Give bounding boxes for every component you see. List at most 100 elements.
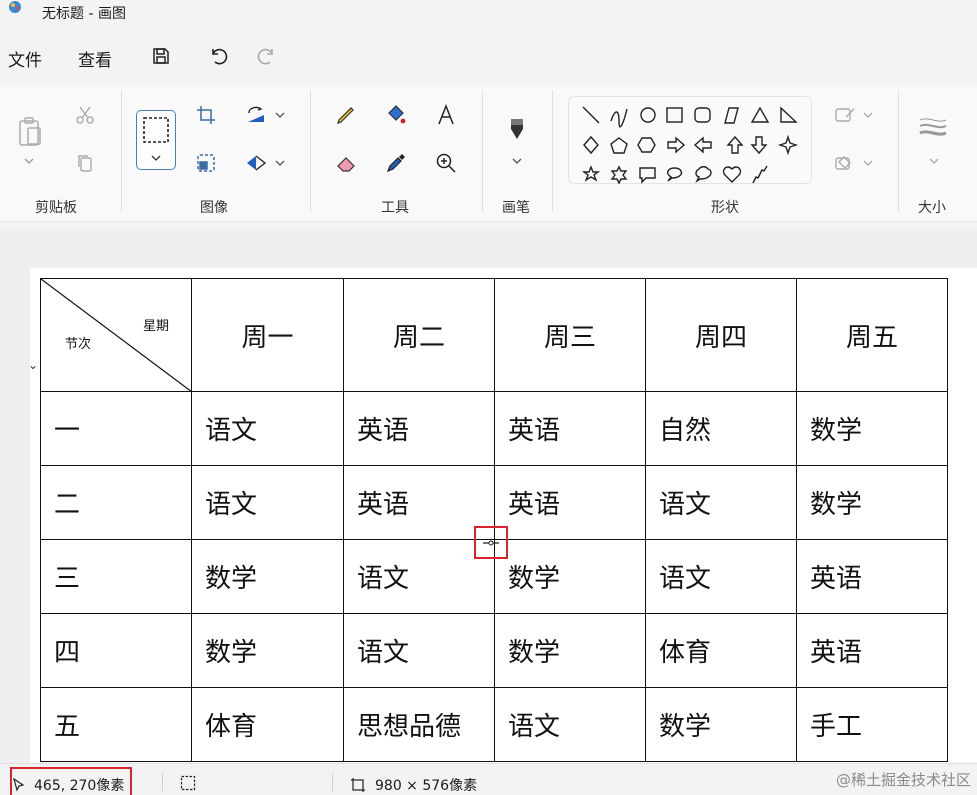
paint-bucket-icon [388,105,406,124]
table-cell: 数学 [191,613,344,688]
brushes-button[interactable] [502,114,532,144]
table-cell: 数学 [191,539,344,614]
eraser-button[interactable] [331,148,361,178]
title-bar: 无标题 - 画图 [0,0,977,26]
five-point-star-shape-icon [581,165,601,182]
group-label-shapes: 形状 [711,200,739,216]
chevron-down-icon[interactable] [274,110,286,120]
redo-icon [257,48,273,65]
canvas-resize-handle[interactable]: ⌄ [28,358,38,372]
chevron-down-icon[interactable] [862,158,874,168]
ribbon-separator [482,90,483,212]
table-cell: 数学 [796,465,948,540]
day-header: 周三 [494,278,646,392]
table-cell: 语文 [494,687,646,762]
table-cell: 自然 [645,391,797,466]
table-cell: 体育 [645,613,797,688]
flip-button[interactable] [241,148,271,178]
copy-button[interactable] [70,148,100,178]
pentagon-shape-icon [610,137,628,154]
table-row: 四 数学 语文 数学 体育 英语 [40,613,948,688]
watermark-text: @稀土掘金技术社区 [835,771,971,789]
chevron-down-icon[interactable] [928,156,940,166]
table-cell: 数学 [796,391,948,466]
crosshair-cursor-icon [483,540,499,546]
select-rectangle-icon [143,117,169,143]
shape-fill-icon [835,156,851,170]
redo-button[interactable] [252,42,282,70]
color-picker-button[interactable] [381,148,411,178]
line-width-icon [919,118,947,136]
six-point-star-shape-icon [610,165,628,185]
brush-icon [511,119,523,139]
group-label-tools: 工具 [381,200,409,216]
image-size: 980 × 576像素 [350,775,477,795]
ribbon: 剪贴板 图像 工具 画笔 形状 大小 [0,84,977,222]
magnifier-button[interactable] [431,148,461,178]
polygon-shape-icon [724,107,739,124]
cursor-position-text: 465, 270像素 [34,778,125,794]
outline-button[interactable] [830,100,860,130]
crop-button[interactable] [191,100,221,130]
four-point-star-shape-icon [777,134,799,156]
group-label-image: 图像 [200,200,228,216]
rectangle-shape-icon [666,107,683,123]
menu-file[interactable]: 文件 [8,44,42,73]
table-cell: 手工 [796,687,948,762]
table-cell: 语文 [645,465,797,540]
undo-icon [212,48,228,65]
resize-button[interactable] [191,148,221,178]
magnifier-icon [436,153,456,173]
table-row: 五 体育 思想品德 语文 数学 手工 [40,687,948,762]
workspace: 星期 节次 周一 周二 周三 周四 周五 一 语文 英语 英语 自然 数学 二 … [0,230,977,763]
cursor-highlight-box [474,526,508,559]
eyedropper-icon [386,154,405,173]
paste-button[interactable] [14,114,46,150]
right-arrow-shape-icon [667,136,686,154]
cut-button[interactable] [70,100,100,130]
canvas[interactable]: 星期 节次 周一 周二 周三 周四 周五 一 语文 英语 英语 自然 数学 二 … [30,268,977,763]
right-triangle-shape-icon [780,106,798,123]
oval-callout-shape-icon [666,167,683,182]
select-button[interactable] [136,110,176,170]
chevron-down-icon [151,155,161,161]
image-size-text: 980 × 576像素 [375,778,478,794]
canvas-size-icon [351,778,365,792]
status-bar: 465, 270像素 980 × 576像素 @稀土掘金技术社区 [0,763,977,795]
crop-icon [197,106,215,124]
pointer-icon [13,778,25,792]
save-icon [153,48,169,64]
chevron-down-icon[interactable] [23,156,35,166]
selection-icon [180,775,196,791]
table-row: 一 语文 英语 英语 自然 数学 [40,391,948,466]
lightning-shape-icon [752,165,768,184]
rotate-button[interactable] [241,100,271,130]
period-cell: 四 [40,613,192,688]
pencil-button[interactable] [331,100,361,130]
chevron-down-icon[interactable] [274,158,286,168]
table-cell: 英语 [343,391,495,466]
save-button[interactable] [146,42,176,70]
ribbon-separator [121,90,122,212]
menu-view[interactable]: 查看 [78,44,112,73]
diamond-shape-icon [583,135,599,155]
left-arrow-shape-icon [693,136,712,154]
fill-button[interactable] [381,100,411,130]
chevron-down-icon[interactable] [511,156,523,166]
shape-fill-button[interactable] [830,148,860,178]
table-cell: 体育 [191,687,344,762]
schedule-table: 星期 节次 周一 周二 周三 周四 周五 一 语文 英语 英语 自然 数学 二 … [40,278,948,762]
oval-shape-icon [640,107,656,123]
status-separator [332,773,333,791]
shape-outline-icon [835,108,855,122]
table-cell: 数学 [494,539,646,614]
size-button[interactable] [918,112,948,142]
triangle-shape-icon [750,106,770,123]
text-button[interactable] [431,100,461,130]
corner-label-period: 节次 [65,337,92,352]
undo-button[interactable] [203,42,233,70]
table-cell: 英语 [343,465,495,540]
chevron-down-icon[interactable] [862,110,874,120]
ribbon-separator [898,90,899,212]
table-cell: 语文 [191,465,344,540]
